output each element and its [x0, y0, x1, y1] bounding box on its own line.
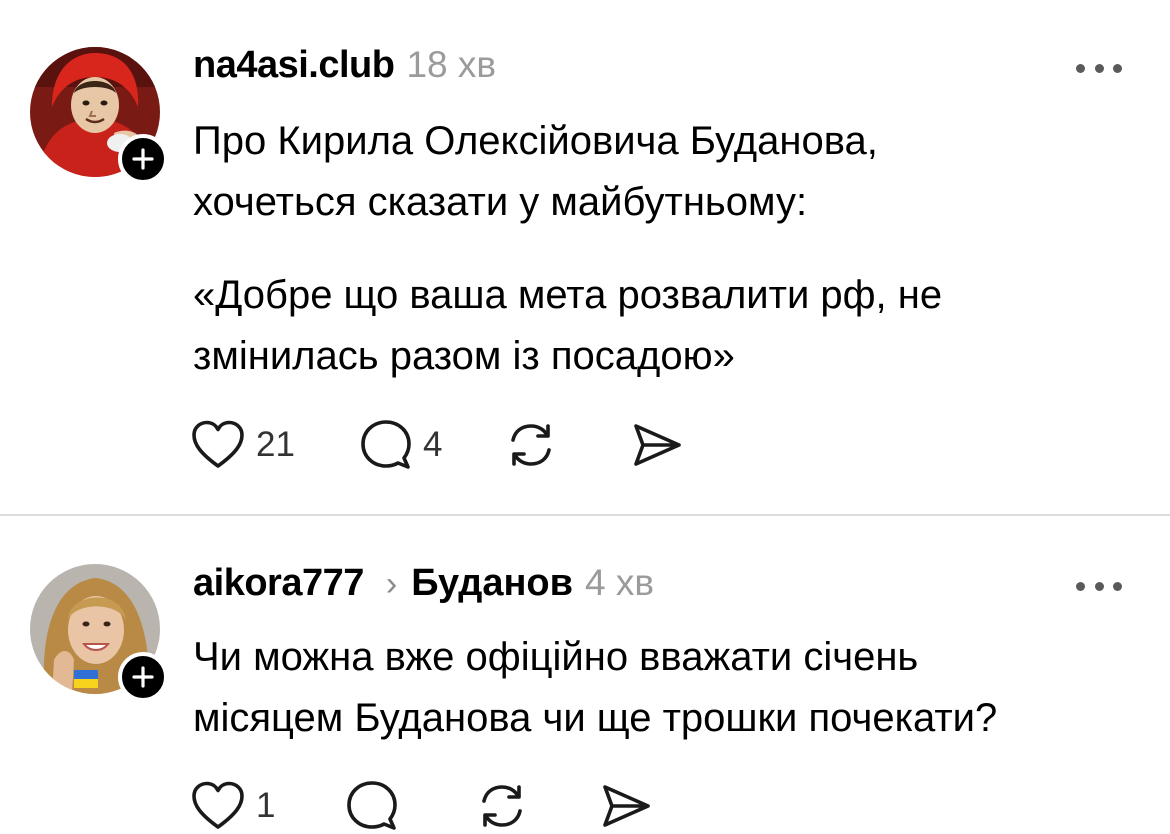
- repost-button[interactable]: [504, 418, 558, 472]
- post-text-line: Про Кирила Олексійовича Буданова,: [193, 119, 878, 163]
- post-header: aikora777 › Буданов 4 хв: [193, 562, 654, 612]
- reply-count: 4: [422, 425, 443, 464]
- repost-icon: [511, 424, 552, 466]
- post-text-line: «Добре що ваша мета розвалити рф, не: [193, 273, 943, 317]
- like-count: 21: [256, 425, 295, 464]
- timestamp: 4 хв: [584, 562, 654, 603]
- repost-icon: [482, 785, 523, 827]
- heart-icon: [192, 420, 244, 468]
- username[interactable]: aikora777: [193, 562, 364, 605]
- post-text-line: Чи можна вже офіційно вважати січень: [193, 635, 919, 679]
- comment-icon: [347, 781, 398, 830]
- send-icon: [603, 785, 651, 827]
- post-text-line: змінилась разом із посадою»: [193, 334, 735, 378]
- post-header: na4asi.club 18 хв: [193, 44, 496, 94]
- heart-icon: [192, 781, 244, 829]
- username[interactable]: na4asi.club: [193, 44, 395, 87]
- post-text-line: хочеться сказати у майбутньому:: [193, 180, 808, 224]
- comment-icon: [361, 420, 411, 469]
- more-horizontal-icon: [1076, 581, 1085, 591]
- reply-button[interactable]: [345, 779, 409, 833]
- share-button[interactable]: [599, 779, 653, 833]
- reply-button[interactable]: 4: [359, 418, 442, 472]
- like-button[interactable]: 21: [190, 419, 295, 471]
- plus-icon: [132, 148, 154, 170]
- more-button[interactable]: [1076, 580, 1122, 592]
- follow-button[interactable]: [118, 134, 168, 184]
- more-button[interactable]: [1076, 62, 1122, 74]
- more-horizontal-icon: [1076, 63, 1085, 73]
- share-button[interactable]: [630, 418, 684, 472]
- thread-post: aikora777 › Буданов 4 хв Чи можна вже оф…: [0, 516, 1170, 834]
- post-actions: 1: [190, 778, 653, 834]
- thread-post: na4asi.club 18 хв Про Кирила Олексійович…: [0, 0, 1170, 514]
- post-text-line: місяцем Буданова чи ще трошки почекати?: [193, 696, 998, 740]
- plus-icon: [132, 666, 154, 688]
- like-count: 1: [256, 786, 276, 825]
- chevron-right-icon: ›: [385, 565, 398, 603]
- topic-tag[interactable]: Буданов: [411, 562, 573, 605]
- follow-button[interactable]: [118, 652, 168, 702]
- repost-button[interactable]: [475, 779, 529, 833]
- timestamp: 18 хв: [406, 44, 497, 85]
- post-actions: 21 4: [190, 417, 684, 473]
- send-icon: [634, 424, 682, 466]
- like-button[interactable]: 1: [190, 780, 275, 832]
